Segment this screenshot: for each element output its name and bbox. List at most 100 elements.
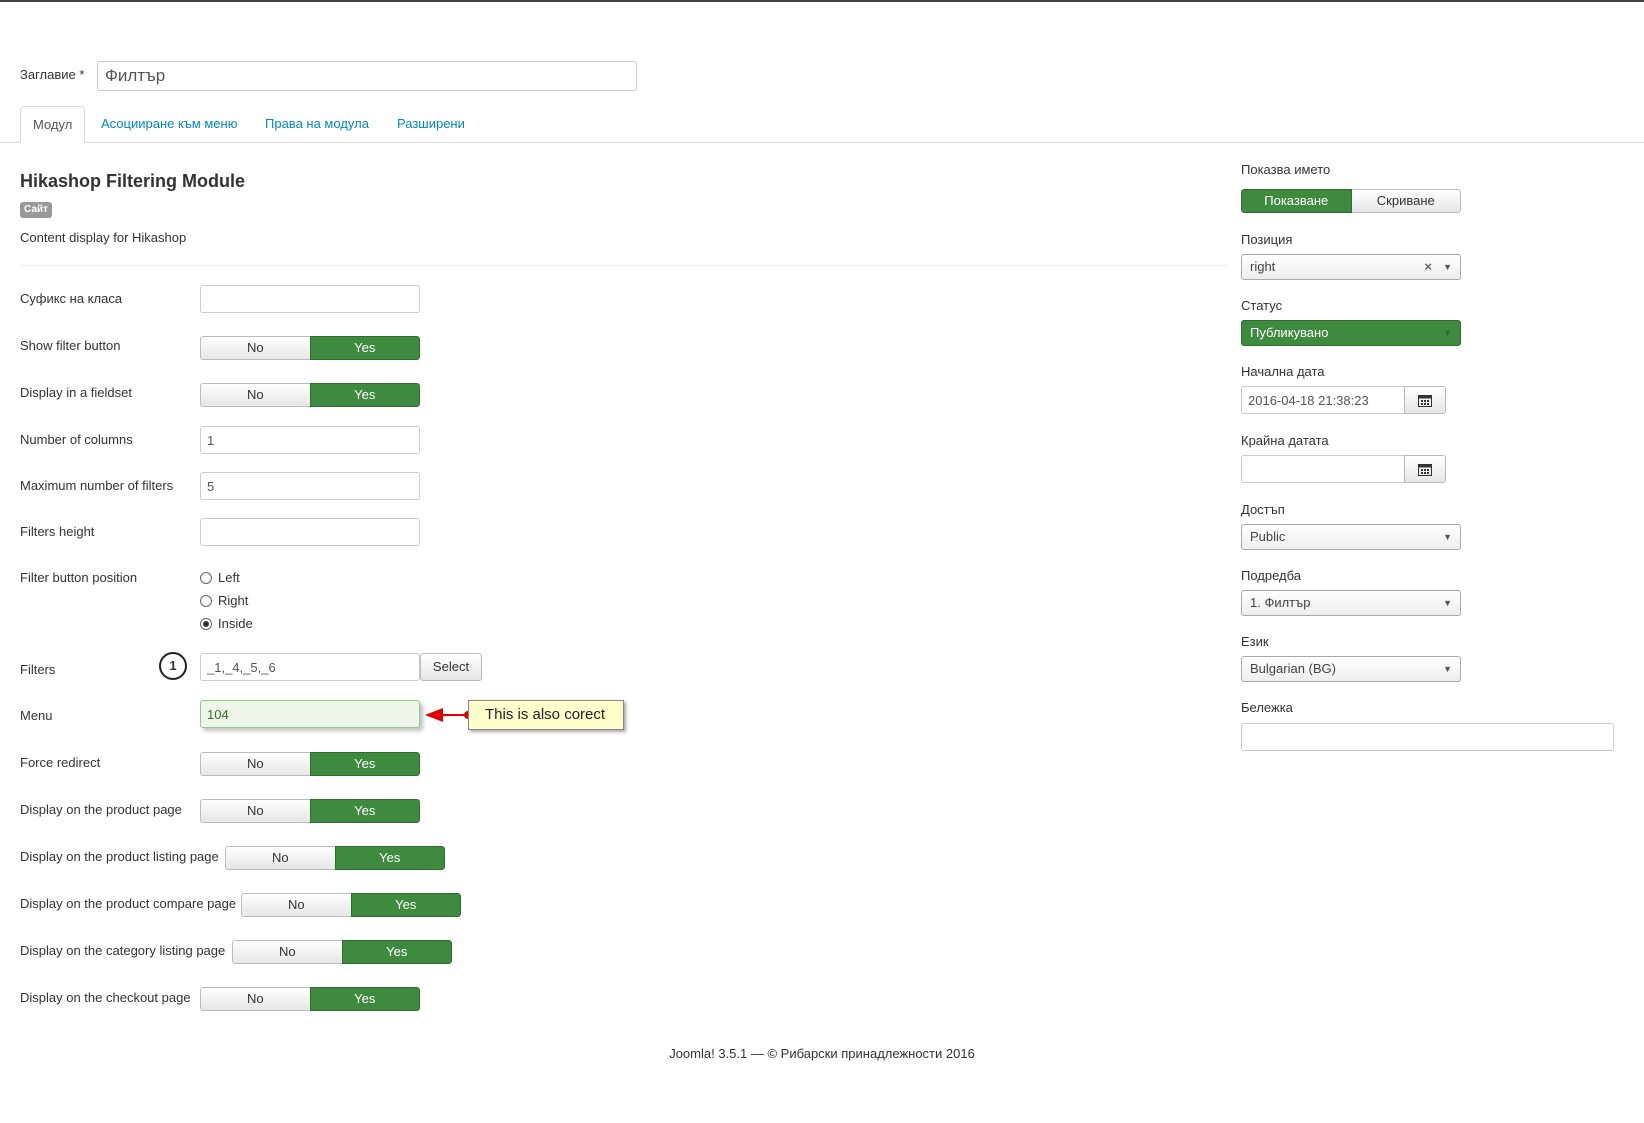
radio-left-label: Left <box>218 570 240 585</box>
end-date-calendar-button[interactable] <box>1404 455 1446 483</box>
marker-circle: 1 <box>159 652 187 680</box>
title-label: Заглавие * <box>20 67 85 82</box>
menu-input[interactable] <box>200 700 420 728</box>
start-date-input[interactable] <box>1241 386 1405 414</box>
display-fieldset-toggle: No Yes <box>200 383 420 407</box>
radio-right[interactable]: Right <box>200 593 248 608</box>
tab-menu-assignment[interactable]: Асоцииране към меню <box>89 106 249 142</box>
display-product-listing-yes[interactable]: Yes <box>334 846 445 870</box>
footer-text: Joomla! 3.5.1 — © Рибарски принадлежност… <box>669 1046 975 1061</box>
show-name-label: Показва името <box>1241 162 1331 177</box>
radio-left[interactable]: Left <box>200 570 240 585</box>
force-redirect-label: Force redirect <box>20 755 101 770</box>
annotation-arrow <box>425 708 472 722</box>
radio-inside[interactable]: Inside <box>200 616 253 631</box>
filters-input[interactable] <box>200 653 420 681</box>
start-date-label: Начална дата <box>1241 364 1325 379</box>
display-product-page-yes[interactable]: Yes <box>309 799 420 823</box>
tab-module-permissions[interactable]: Права на модула <box>253 106 381 142</box>
module-description: Content display for Hikashop <box>20 230 187 245</box>
access-select[interactable]: Public ▼ <box>1241 524 1461 550</box>
status-select[interactable]: Публикувано ▼ <box>1241 320 1461 346</box>
status-label: Статус <box>1241 298 1283 313</box>
ordering-select[interactable]: 1. Филтър ▼ <box>1241 590 1461 616</box>
chevron-down-icon: ▼ <box>1443 532 1452 542</box>
num-columns-label: Number of columns <box>20 432 133 447</box>
display-checkout-label: Display on the checkout page <box>20 990 191 1005</box>
note-input[interactable] <box>1241 723 1614 751</box>
display-checkout-yes[interactable]: Yes <box>309 987 420 1011</box>
display-product-page-no[interactable]: No <box>200 799 310 823</box>
display-product-listing-label: Display on the product listing page <box>20 849 219 864</box>
radio-right-circle[interactable] <box>200 594 212 607</box>
num-columns-input[interactable] <box>200 426 420 454</box>
chevron-down-icon: ▼ <box>1443 598 1452 608</box>
chevron-down-icon: ▼ <box>1443 664 1452 674</box>
start-date-calendar-button[interactable] <box>1404 386 1446 414</box>
display-fieldset-label: Display in a fieldset <box>20 385 132 400</box>
show-name-show[interactable]: Показване <box>1241 189 1352 213</box>
show-name-toggle: Показване Скриване <box>1241 189 1461 213</box>
menu-label: Menu <box>20 708 53 723</box>
display-fieldset-no[interactable]: No <box>200 383 310 407</box>
language-label: Език <box>1241 634 1269 649</box>
display-product-compare-label: Display on the product compare page <box>20 896 237 911</box>
class-suffix-label: Суфикс на класа <box>20 291 123 306</box>
filters-height-input[interactable] <box>200 518 420 546</box>
title-input[interactable] <box>97 61 637 91</box>
tab-advanced[interactable]: Разширени <box>385 106 477 142</box>
language-value: Bulgarian (BG) <box>1250 661 1336 676</box>
display-product-page-label: Display on the product page <box>20 802 182 817</box>
max-filters-input[interactable] <box>200 472 420 500</box>
module-title: Hikashop Filtering Module <box>20 171 246 191</box>
display-checkout-toggle: No Yes <box>200 987 420 1011</box>
tab-bar: Модул Асоцииране към меню Права на модул… <box>0 106 1644 143</box>
display-product-compare-no[interactable]: No <box>241 893 351 917</box>
force-redirect-no[interactable]: No <box>200 752 310 776</box>
display-product-listing-no[interactable]: No <box>225 846 335 870</box>
radio-inside-circle[interactable] <box>200 617 212 630</box>
show-filter-button-no[interactable]: No <box>200 336 310 360</box>
clear-icon[interactable]: × <box>1424 255 1432 279</box>
calendar-icon <box>1418 463 1432 476</box>
force-redirect-toggle: No Yes <box>200 752 420 776</box>
note-label: Бележка <box>1241 700 1293 715</box>
radio-left-circle[interactable] <box>200 571 212 584</box>
language-select[interactable]: Bulgarian (BG) ▼ <box>1241 656 1461 682</box>
display-category-listing-toggle: No Yes <box>232 940 452 964</box>
show-filter-button-toggle: No Yes <box>200 336 420 360</box>
position-select[interactable]: right × ▼ <box>1241 254 1461 280</box>
display-product-listing-toggle: No Yes <box>225 846 445 870</box>
chevron-down-icon: ▼ <box>1443 262 1452 272</box>
ordering-value: 1. Филтър <box>1250 595 1311 610</box>
filter-button-position-label: Filter button position <box>20 570 138 585</box>
class-suffix-input[interactable] <box>200 285 420 313</box>
access-label: Достъп <box>1241 502 1285 517</box>
display-category-listing-label: Display on the category listing page <box>20 943 226 958</box>
header-divider <box>20 265 1228 266</box>
show-filter-button-label: Show filter button <box>20 338 121 353</box>
max-filters-label: Maximum number of filters <box>20 478 174 493</box>
chevron-down-icon: ▼ <box>1443 328 1452 338</box>
end-date-label: Крайна датата <box>1241 433 1329 448</box>
status-value: Публикувано <box>1250 325 1329 340</box>
display-product-compare-yes[interactable]: Yes <box>350 893 461 917</box>
display-product-page-toggle: No Yes <box>200 799 420 823</box>
radio-right-label: Right <box>218 593 249 608</box>
display-category-listing-no[interactable]: No <box>232 940 342 964</box>
show-name-hide[interactable]: Скриване <box>1351 189 1461 213</box>
top-border <box>0 0 1644 2</box>
tab-module[interactable]: Модул <box>20 106 86 143</box>
end-date-input[interactable] <box>1241 455 1405 483</box>
filters-label: Filters <box>20 662 56 677</box>
site-badge: Сайт <box>20 202 52 218</box>
display-product-compare-toggle: No Yes <box>241 893 461 917</box>
display-category-listing-yes[interactable]: Yes <box>341 940 452 964</box>
filters-select-button[interactable]: Select <box>420 653 482 681</box>
display-checkout-no[interactable]: No <box>200 987 310 1011</box>
show-filter-button-yes[interactable]: Yes <box>309 336 420 360</box>
position-label: Позиция <box>1241 232 1293 247</box>
force-redirect-yes[interactable]: Yes <box>309 752 420 776</box>
display-fieldset-yes[interactable]: Yes <box>309 383 420 407</box>
annotation-note: This is also corect <box>468 700 624 730</box>
